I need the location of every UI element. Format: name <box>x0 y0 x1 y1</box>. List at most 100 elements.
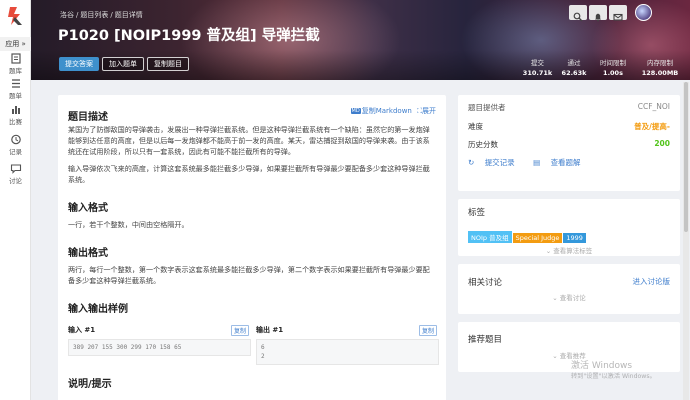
score-row: 历史分数 200 <box>468 139 670 154</box>
sidebar-item-label: 讨论 <box>9 177 22 185</box>
difficulty-value: 普及/提高- <box>634 122 670 131</box>
sidebar-item-problems[interactable]: 题库 <box>0 53 31 75</box>
view-algo-tags-label: 查看算法标签 <box>553 247 593 255</box>
tag-list: NOIp 普及组 Special Judge 1999 <box>468 225 670 244</box>
add-to-list-button[interactable]: 加入题单 <box>102 57 144 71</box>
list-icon <box>10 78 22 89</box>
sample-input-label: 输入 #1 <box>68 326 96 334</box>
expand-label[interactable]: 展开 <box>422 107 436 115</box>
breadcrumb-problem-list[interactable]: 题目列表 <box>80 11 108 19</box>
difficulty-row: 难度 普及/提高- <box>468 121 670 136</box>
clock-icon <box>10 134 22 145</box>
notification-button[interactable] <box>589 5 607 22</box>
tag[interactable]: NOIp 普及组 <box>468 231 512 243</box>
output-format-text: 两行，每行一个整数，第一个数字表示这套系统最多能拦截多少导弹，第二个数字表示如果… <box>68 265 430 285</box>
copy-input-button[interactable]: 复制 <box>230 325 249 336</box>
windows-activation-watermark: 激活 Windows 转到"设置"以激活 Windows。 <box>571 358 656 380</box>
luogu-logo[interactable] <box>5 5 26 27</box>
sample-output-code: 6 2 <box>256 339 439 365</box>
scrollbar-thumb[interactable] <box>684 82 688 232</box>
stat-value: 62.63k <box>561 69 587 77</box>
stat-key: 提交 <box>531 59 544 67</box>
copy-problem-button[interactable]: 复制题目 <box>147 57 189 71</box>
chevron-down-icon: ⌄ <box>545 247 552 255</box>
chevron-down-icon: ⌄ <box>552 352 558 360</box>
difficulty-label: 难度 <box>468 122 483 131</box>
breadcrumb-sep: / <box>110 11 113 19</box>
sidebar-item-discuss[interactable]: 讨论 <box>0 163 31 185</box>
history-icon: ↻ <box>468 158 475 167</box>
breadcrumb-sep: / <box>76 11 79 19</box>
recommend-title: 推荐题目 <box>468 335 503 345</box>
copy-markdown-link[interactable]: MD 复制Markdown ⛶展开 <box>350 106 436 116</box>
stat-key: 时间限制 <box>600 59 626 67</box>
stat-submissions: 提交 310.71k <box>520 57 555 77</box>
sample-output-line: 6 <box>261 344 265 351</box>
sample-input-code: 389 207 155 300 299 170 158 65 <box>68 339 251 356</box>
description-paragraph: 某国为了防御敌国的导弹袭击，发展出一种导弹拦截系统。但是这种导弹拦截系统有一个缺… <box>68 125 430 156</box>
stat-accepted: 通过 62.63k <box>557 57 591 77</box>
tag[interactable]: 1999 <box>563 233 586 243</box>
bell-icon <box>593 7 603 26</box>
problem-content: 题目描述 MD 复制Markdown ⛶展开 某国为了防御敌国的导弹袭击，发展出一… <box>58 95 446 400</box>
discussion-title: 相关讨论 <box>468 278 503 288</box>
provider-value[interactable]: CCF_NOI <box>638 102 670 111</box>
sample-input: 输入 #1 复制 389 207 155 300 299 170 158 65 <box>68 325 251 356</box>
problem-banner: 洛谷 / 题目列表 / 题目详情 P1020 [NOIP1999 普及组] 导弹拦截 提… <box>31 0 690 80</box>
document-icon: ▤ <box>533 158 541 167</box>
sidebar-item-label: 题库 <box>9 67 22 75</box>
mail-icon <box>613 7 623 26</box>
sample-io: 输入 #1 复制 389 207 155 300 299 170 158 65 … <box>68 325 439 365</box>
watermark-line: 转到"设置"以激活 Windows。 <box>571 373 656 380</box>
sidebar-item-contests[interactable]: 比赛 <box>0 104 31 126</box>
solutions-link-label: 查看题解 <box>550 158 581 167</box>
breadcrumb-home[interactable]: 洛谷 <box>60 11 74 19</box>
enter-discussion-link[interactable]: 进入讨论版 <box>633 276 671 287</box>
page-scrollbar[interactable] <box>683 82 689 400</box>
submissions-link[interactable]: ↻ 提交记录 <box>468 158 523 167</box>
problem-info-card: 题目提供者 CCF_NOI 难度 普及/提高- 历史分数 200 ↻ 提交记录 … <box>458 95 680 191</box>
submit-button[interactable]: 提交答案 <box>59 57 99 71</box>
page: 应用 » 题库 题单 比赛 记录 讨论 洛谷 / 题目列表 / 题目详情 P10… <box>0 0 690 400</box>
description-title: 题目描述 <box>68 112 108 123</box>
input-format-text: 一行，若干个整数，中间由空格隔开。 <box>68 220 189 229</box>
sidebar: 应用 » 题库 题单 比赛 记录 讨论 <box>0 0 31 400</box>
stat-key: 通过 <box>567 59 581 67</box>
message-button[interactable] <box>609 5 627 21</box>
discussion-header: 相关讨论 进入讨论版 <box>468 276 670 291</box>
avatar[interactable] <box>635 4 652 21</box>
view-algo-tags[interactable]: ⌄ 查看算法标签 <box>468 245 670 255</box>
sample-output-line: 2 <box>261 353 265 360</box>
markdown-icon: MD <box>350 108 361 114</box>
page-title: P1020 [NOIP1999 普及组] 导弹拦截 <box>58 28 320 44</box>
search-icon <box>573 7 583 26</box>
watermark-line: 激活 Windows <box>571 361 633 371</box>
search-button[interactable] <box>569 5 587 22</box>
recommend-header: 推荐题目 <box>468 333 670 348</box>
sample-output: 输出 #1 复制 6 2 <box>256 325 439 365</box>
apps-menu[interactable]: 应用 » <box>0 37 31 51</box>
action-buttons: 提交答案 加入题单 复制题目 <box>59 57 192 76</box>
breadcrumb: 洛谷 / 题目列表 / 题目详情 <box>60 10 145 20</box>
stat-value: 1.00s <box>603 69 623 77</box>
tags-title: 标签 <box>468 208 486 218</box>
sidebar-item-label: 题单 <box>9 92 22 100</box>
input-format-title: 输入格式 <box>68 203 108 214</box>
output-format-title: 输出格式 <box>68 248 108 259</box>
stat-value: 310.71k <box>522 69 553 77</box>
score-value: 200 <box>654 139 670 148</box>
submissions-link-label: 提交记录 <box>484 158 515 167</box>
solutions-link[interactable]: ▤ 查看题解 <box>533 158 588 167</box>
tag[interactable]: Special Judge <box>512 233 563 243</box>
sidebar-item-records[interactable]: 记录 <box>0 134 31 156</box>
hint-title: 说明/提示 <box>68 379 112 390</box>
sidebar-item-lists[interactable]: 题单 <box>0 78 31 100</box>
description-header: 题目描述 MD 复制Markdown ⛶展开 <box>68 105 436 123</box>
view-discussion[interactable]: ⌄ 查看讨论 <box>468 292 670 302</box>
copy-output-button[interactable]: 复制 <box>418 325 437 336</box>
book-icon <box>10 53 22 64</box>
sidebar-item-label: 记录 <box>9 148 22 156</box>
chat-icon <box>10 163 22 174</box>
bar-chart-icon <box>10 104 22 115</box>
discussion-card: 相关讨论 进入讨论版 ⌄ 查看讨论 <box>458 264 680 314</box>
